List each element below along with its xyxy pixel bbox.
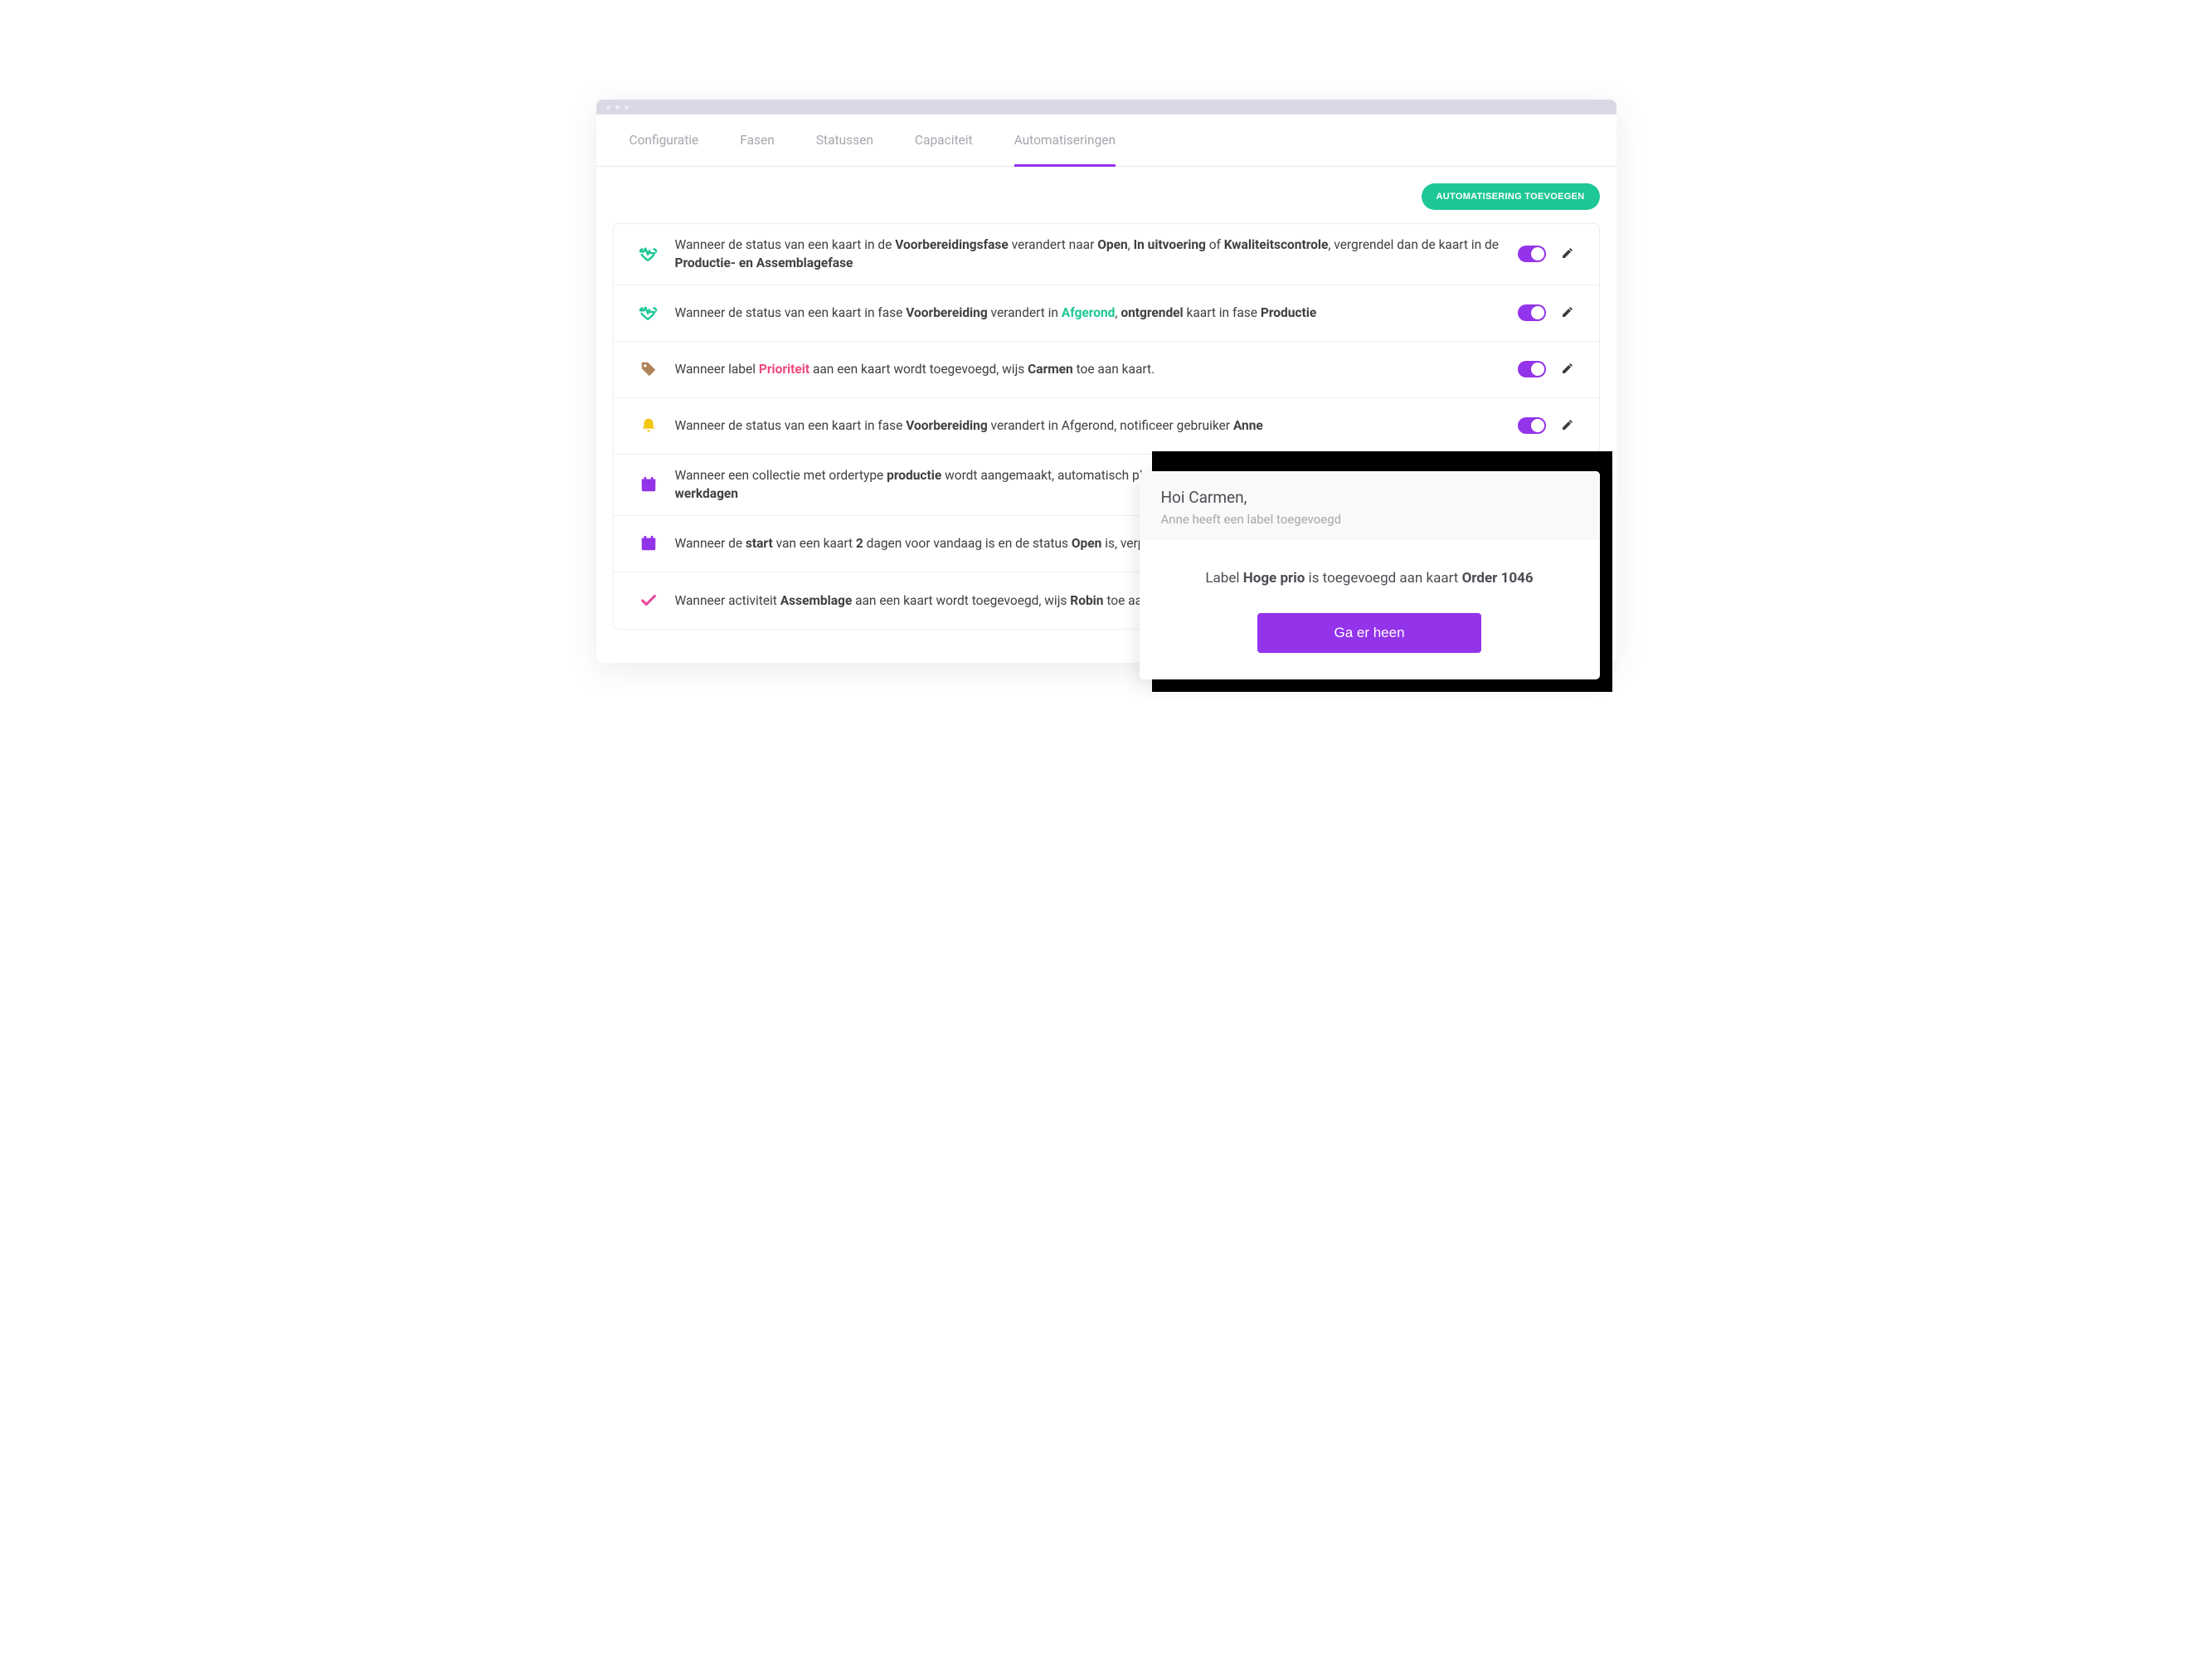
toolbar: AUTOMATISERING TOEVOEGEN [613, 183, 1600, 223]
rule-description: Wanneer de status van een kaart in fase … [675, 416, 1501, 435]
rule-actions [1518, 304, 1574, 321]
tag-icon [639, 360, 659, 378]
rule-enabled-toggle[interactable] [1518, 304, 1546, 321]
rule-description: Wanneer label Prioriteit aan een kaart w… [675, 360, 1501, 378]
pencil-icon [1561, 421, 1574, 434]
automation-rule-row: Wanneer de status van een kaart in fase … [614, 398, 1599, 455]
edit-rule-button[interactable] [1561, 246, 1574, 262]
bell-icon [639, 416, 659, 435]
edit-rule-button[interactable] [1561, 305, 1574, 321]
pencil-icon [1561, 250, 1574, 262]
edit-rule-button[interactable] [1561, 362, 1574, 377]
rule-enabled-toggle[interactable] [1518, 361, 1546, 377]
automation-rule-row: Wanneer label Prioriteit aan een kaart w… [614, 342, 1599, 398]
notification-message: Label Hoge prio is toegevoegd aan kaart … [1161, 570, 1578, 587]
notification-header: Hoi Carmen, Anne heeft een label toegevo… [1140, 471, 1600, 540]
calendar-icon [639, 475, 659, 494]
pencil-icon [1561, 309, 1574, 321]
traffic-light-dot [625, 105, 629, 110]
traffic-light-dot [615, 105, 620, 110]
pencil-icon [1561, 365, 1574, 377]
automation-rule-row: Wanneer de status van een kaart in fase … [614, 285, 1599, 342]
calendar-icon [639, 534, 659, 553]
rule-actions [1518, 361, 1574, 377]
notification-popup: Hoi Carmen, Anne heeft een label toegevo… [1140, 471, 1600, 679]
rule-description: Wanneer de status van een kaart in de Vo… [675, 236, 1501, 273]
rule-actions [1518, 417, 1574, 434]
tab-capaciteit[interactable]: Capaciteit [915, 114, 973, 167]
edit-rule-button[interactable] [1561, 418, 1574, 434]
notification-body: Label Hoge prio is toegevoegd aan kaart … [1140, 540, 1600, 679]
heartbeat-icon [639, 245, 659, 263]
rule-enabled-toggle[interactable] [1518, 417, 1546, 434]
add-automation-button[interactable]: AUTOMATISERING TOEVOEGEN [1422, 183, 1600, 210]
check-icon [639, 591, 659, 610]
window-titlebar [596, 100, 1616, 114]
automation-rule-row: Wanneer de status van een kaart in de Vo… [614, 224, 1599, 285]
traffic-light-dot [606, 105, 610, 110]
rule-actions [1518, 246, 1574, 262]
notification-go-button[interactable]: Ga er heen [1257, 613, 1481, 653]
heartbeat-icon [639, 304, 659, 322]
tab-bar: Configuratie Fasen Statussen Capaciteit Auto… [596, 114, 1616, 167]
rule-enabled-toggle[interactable] [1518, 246, 1546, 262]
tab-statussen[interactable]: Statussen [816, 114, 873, 167]
notification-subline: Anne heeft een label toegevoegd [1161, 512, 1578, 527]
tab-fasen[interactable]: Fasen [740, 114, 775, 167]
tab-automatiseringen[interactable]: Automatiseringen [1014, 114, 1116, 167]
notification-greeting: Hoi Carmen, [1161, 488, 1578, 507]
tab-configuratie[interactable]: Configuratie [630, 114, 699, 167]
rule-description: Wanneer de status van een kaart in fase … [675, 304, 1501, 322]
